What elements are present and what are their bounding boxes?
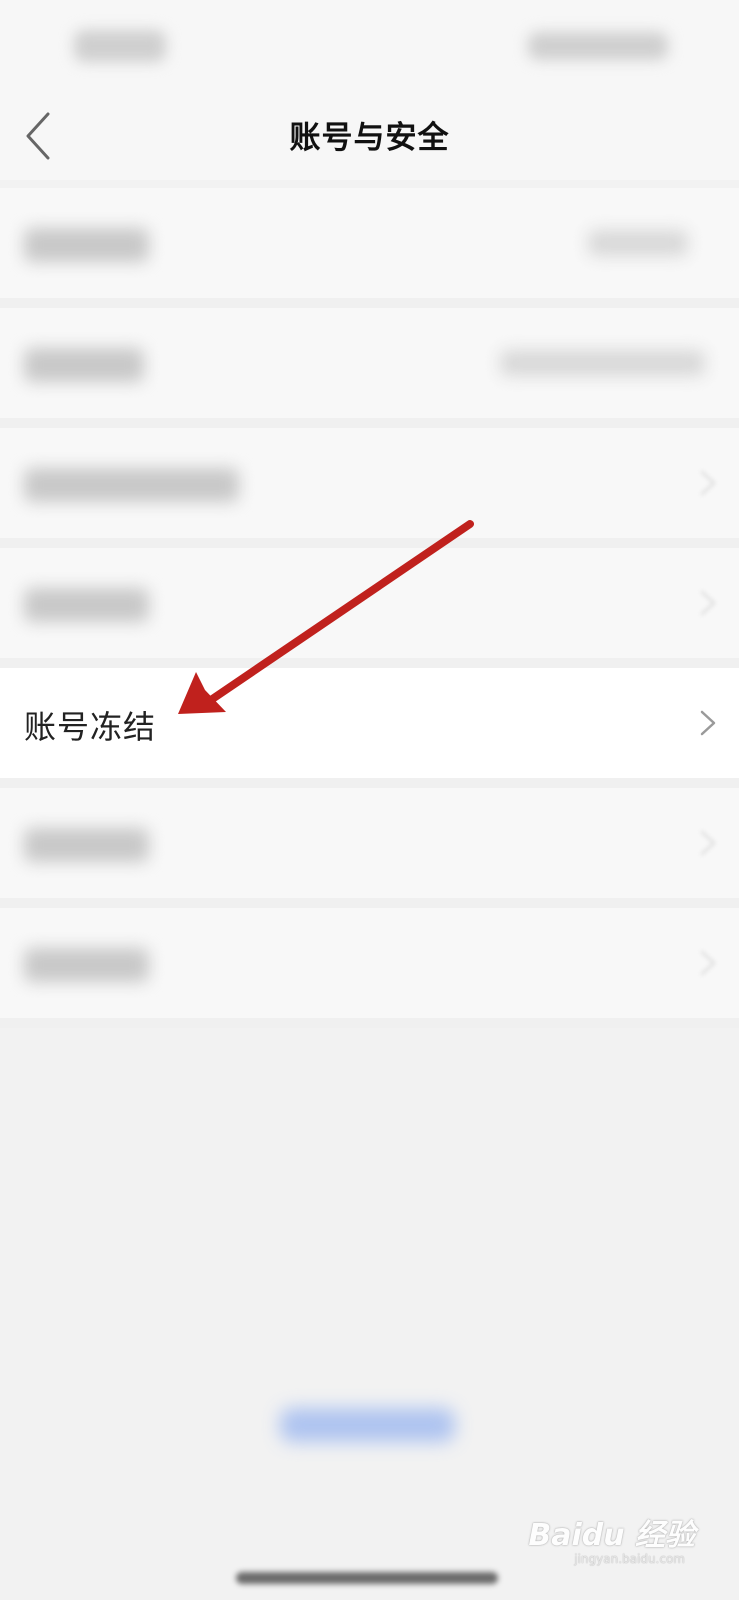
bottom-link-blurred[interactable] [280, 1408, 455, 1442]
status-icons-blurred [528, 32, 668, 60]
nav-bar: 账号与安全 [0, 90, 739, 180]
list-item-label-blurred [24, 828, 149, 862]
list-item-label-blurred [24, 588, 149, 622]
status-time-blurred [74, 30, 166, 62]
status-bar [0, 0, 739, 90]
chevron-right-icon [697, 828, 719, 858]
list-item-label: 账号冻结 [24, 708, 157, 746]
list-item-label-blurred [24, 348, 144, 382]
chevron-right-icon [697, 948, 719, 978]
list-item-label-blurred [24, 468, 239, 502]
list-item-label-blurred [24, 228, 149, 262]
list-item[interactable] [0, 548, 739, 668]
list-item-account-freeze[interactable]: 账号冻结 [0, 668, 739, 788]
list-item[interactable] [0, 788, 739, 908]
list-item[interactable] [0, 428, 739, 548]
watermark-logo: Baidu 经验 [528, 1518, 695, 1553]
chevron-right-icon [697, 588, 719, 618]
list-item[interactable] [0, 308, 739, 428]
home-indicator [236, 1572, 498, 1584]
settings-list: 账号冻结 [0, 188, 739, 1028]
watermark-url: jingyan.baidu.com [574, 1552, 685, 1566]
list-item[interactable] [0, 188, 739, 308]
list-item-value-blurred [588, 230, 688, 256]
list-item-label-blurred [24, 948, 149, 982]
chevron-right-icon [697, 708, 719, 738]
page-title: 账号与安全 [289, 120, 450, 156]
list-item[interactable] [0, 908, 739, 1028]
list-item-value-blurred [500, 350, 705, 376]
chevron-right-icon [697, 468, 719, 498]
